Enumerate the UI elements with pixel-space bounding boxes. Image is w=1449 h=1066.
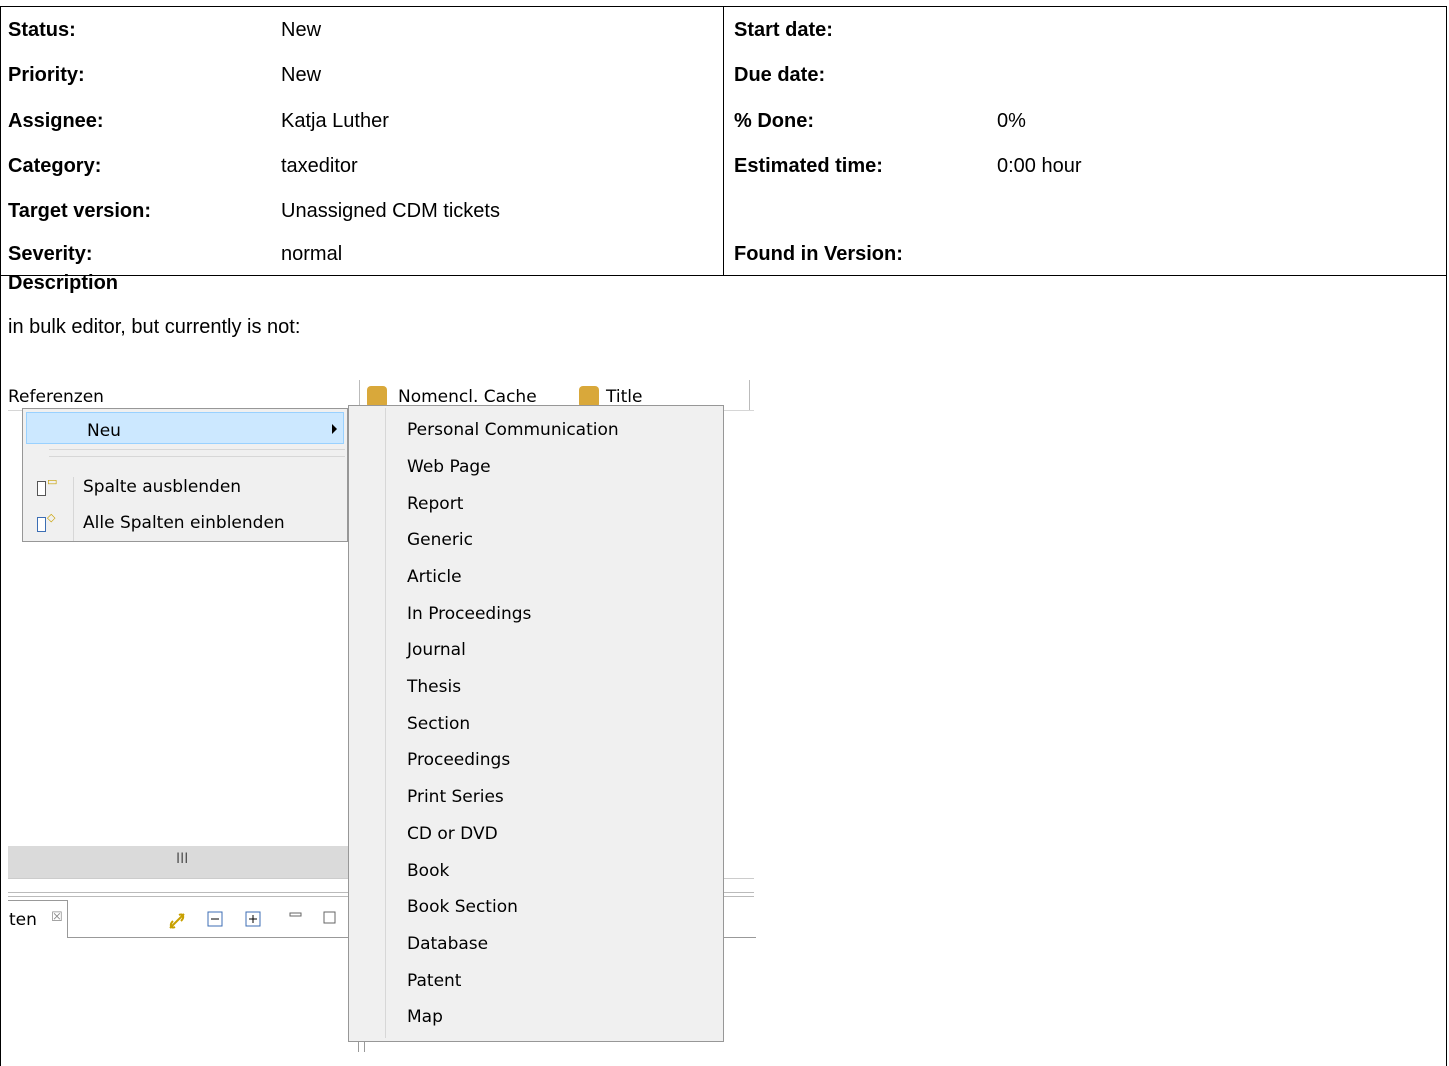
category-label: Category: — [8, 155, 102, 177]
menu-separator — [49, 449, 345, 450]
submenu-item[interactable]: Journal — [407, 640, 466, 660]
link-icon[interactable] — [166, 910, 188, 937]
expand-all-icon[interactable] — [244, 910, 264, 935]
hide-column-icon-mark: ▭ — [47, 475, 58, 488]
submenu-item[interactable]: CD or DVD — [407, 824, 498, 844]
status-value: New — [281, 19, 322, 41]
embedded-screenshot: Referenzen Nomencl. Cache Title III ten … — [8, 380, 756, 1052]
submenu-item[interactable]: Book — [407, 861, 449, 881]
menu-icon-gutter — [73, 477, 74, 541]
minimize-icon[interactable] — [288, 910, 304, 931]
status-label: Status: — [8, 19, 76, 41]
submenu-item[interactable]: Book Section — [407, 897, 518, 917]
scrollbar-grip[interactable]: III — [176, 851, 188, 867]
submenu-neu: Personal Communication Web Page Report G… — [348, 405, 724, 1042]
submenu-arrow-icon — [332, 424, 337, 434]
submenu-item[interactable]: Personal Communication — [407, 420, 619, 440]
collapse-all-icon[interactable] — [206, 910, 226, 935]
due-date-label: Due date: — [734, 64, 826, 86]
target-version-value[interactable]: Unassigned CDM tickets — [281, 200, 500, 223]
description-title: Description — [8, 272, 119, 294]
menu-item-neu[interactable]: Neu — [26, 412, 344, 444]
submenu-item[interactable]: Web Page — [407, 457, 491, 477]
attributes-bottom-divider — [1, 275, 1446, 276]
submenu-item[interactable]: In Proceedings — [407, 604, 531, 624]
column-divider — [723, 7, 724, 275]
horizontal-scrollbar[interactable]: III — [8, 846, 348, 878]
menu-item-neu-label: Neu — [87, 421, 121, 441]
done-value: 0% — [997, 110, 1026, 132]
menu-icon-gutter — [385, 408, 386, 1038]
category-value: taxeditor — [281, 155, 358, 177]
submenu-item[interactable]: Print Series — [407, 787, 504, 807]
column-separator[interactable] — [749, 380, 750, 410]
severity-value: normal — [281, 243, 343, 265]
lock-icon — [579, 386, 599, 406]
submenu-item[interactable]: Section — [407, 714, 470, 734]
view-tab[interactable]: ten ☒ — [8, 900, 68, 938]
menu-item-hide-column[interactable]: Spalte ausblenden — [83, 477, 241, 497]
target-version-label: Target version: — [8, 200, 151, 222]
show-all-columns-icon — [37, 517, 46, 532]
submenu-item[interactable]: Thesis — [407, 677, 461, 697]
submenu-item[interactable]: Map — [407, 1007, 443, 1027]
start-date-label: Start date: — [734, 19, 833, 41]
submenu-item[interactable]: Patent — [407, 971, 461, 991]
tab-label: ten — [9, 910, 37, 930]
column-header-referenzen[interactable]: Referenzen — [8, 387, 104, 407]
submenu-item[interactable]: Generic — [407, 530, 473, 550]
priority-value: New — [281, 64, 322, 86]
show-all-columns-icon-mark: ◇ — [47, 511, 56, 524]
hide-column-icon — [37, 481, 46, 496]
estimated-time-label: Estimated time: — [734, 155, 883, 177]
submenu-item[interactable]: Report — [407, 494, 463, 514]
estimated-time-value: 0:00 hour — [997, 155, 1082, 177]
context-menu: Neu ▭ Spalte ausblenden ◇ Alle Spalten e… — [22, 408, 348, 542]
priority-label: Priority: — [8, 64, 85, 86]
menu-item-show-all-columns[interactable]: Alle Spalten einblenden — [83, 513, 285, 533]
menu-separator — [49, 456, 345, 457]
submenu-item[interactable]: Proceedings — [407, 750, 510, 770]
severity-label: Severity: — [8, 243, 93, 265]
submenu-item[interactable]: Database — [407, 934, 488, 954]
column-header-title[interactable]: Title — [606, 387, 642, 407]
assignee-value[interactable]: Katja Luther — [281, 110, 389, 133]
maximize-icon[interactable] — [322, 910, 338, 931]
found-in-version-label: Found in Version: — [734, 243, 903, 265]
column-header-nomencl-cache[interactable]: Nomencl. Cache — [398, 387, 537, 407]
lock-icon — [367, 386, 387, 406]
description-text: in bulk editor, but currently is not: — [8, 316, 301, 338]
submenu-item[interactable]: Article — [407, 567, 462, 587]
close-icon[interactable]: ☒ — [51, 910, 63, 925]
done-label: % Done: — [734, 110, 814, 132]
assignee-label: Assignee: — [8, 110, 104, 132]
